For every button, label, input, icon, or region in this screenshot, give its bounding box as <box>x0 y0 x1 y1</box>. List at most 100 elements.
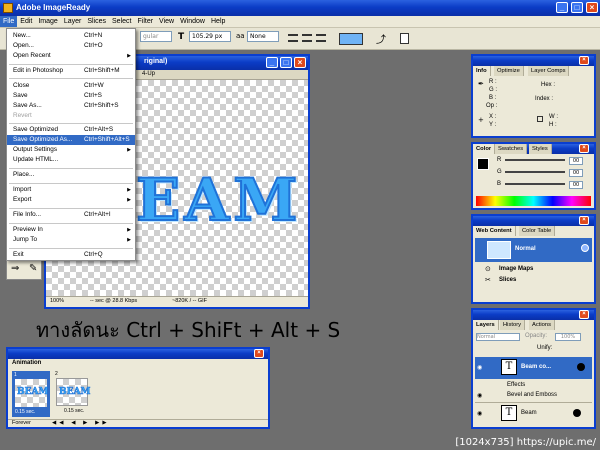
layers-close-button[interactable]: × <box>579 310 589 319</box>
color-ramp[interactable] <box>476 196 591 206</box>
type-layer-thumbnail: T <box>501 359 517 375</box>
info-label-y: Y : <box>489 122 497 128</box>
layer-row-beam[interactable]: ◉ T Beam <box>475 402 592 424</box>
tab-layer-comps[interactable]: Layer Comps <box>528 66 570 76</box>
tab-actions[interactable]: Actions <box>529 320 556 330</box>
web-content-close-button[interactable]: × <box>579 216 589 225</box>
channel-b-slider[interactable] <box>505 183 565 185</box>
maximize-button[interactable]: □ <box>571 2 583 13</box>
file-open-recent[interactable]: Open Recent ▶ <box>7 51 135 61</box>
file-update-html[interactable]: Update HTML... <box>7 155 135 165</box>
tab-history[interactable]: History <box>500 320 526 330</box>
web-item-normal[interactable]: Normal <box>475 238 592 262</box>
file-exit[interactable]: Exit Ctrl+Q <box>7 250 135 260</box>
channel-g-slider[interactable] <box>505 171 565 173</box>
frame-thumbnail: BEAM <box>56 378 91 406</box>
file-save-optimized-as[interactable]: Save Optimized As... Ctrl+Shift+Alt+S <box>7 135 135 145</box>
channel-g-value[interactable]: 00 <box>569 169 583 177</box>
frame-delay[interactable]: 0.15 sec. <box>15 409 35 415</box>
channel-r-value[interactable]: 00 <box>569 157 583 165</box>
frame-delay[interactable]: 0.15 sec. <box>64 408 84 414</box>
file-place[interactable]: Place... <box>7 170 135 180</box>
status-zoom[interactable]: 100% <box>50 298 64 304</box>
file-new[interactable]: New... Ctrl+N <box>7 31 135 41</box>
file-save-as[interactable]: Save As... Ctrl+Shift+S <box>7 101 135 111</box>
animation-title-bar: × <box>8 349 268 359</box>
tab-4-up[interactable]: 4-Up <box>142 71 155 77</box>
loop-select[interactable]: Forever <box>12 420 31 426</box>
web-item-slices[interactable]: Slices <box>499 277 516 283</box>
type-layer-thumbnail: T <box>501 405 517 421</box>
menu-help[interactable]: Help <box>208 16 228 27</box>
visibility-eye-icon[interactable]: ◉ <box>477 364 482 371</box>
file-preview-in[interactable]: Preview In ▶ <box>7 225 135 235</box>
align-left-icon[interactable] <box>288 34 298 42</box>
tab-web-content[interactable]: Web Content <box>473 226 516 236</box>
menu-slices[interactable]: Slices <box>84 16 109 27</box>
file-export[interactable]: Export ▶ <box>7 195 135 205</box>
file-edit-in-photoshop[interactable]: Edit in Photoshop Ctrl+Shift+M <box>7 66 135 76</box>
tab-swatches[interactable]: Swatches <box>495 144 528 154</box>
effect-eye-icon[interactable]: ◉ <box>477 392 482 399</box>
file-jump-to[interactable]: Jump To ▶ <box>7 235 135 245</box>
text-color-swatch[interactable] <box>339 33 363 45</box>
animation-close-button[interactable]: × <box>254 349 264 358</box>
channel-r-slider[interactable] <box>505 159 565 161</box>
close-button[interactable]: × <box>586 2 598 13</box>
slice-icon: ✂ <box>485 276 491 284</box>
visibility-eye-icon[interactable]: ◉ <box>477 410 482 417</box>
playback-controls-icon[interactable]: ◀◀ ◀ ▶ ▶▶ <box>52 420 110 426</box>
imageready-jump-icon[interactable]: ⇒ <box>11 263 19 274</box>
palettes-icon[interactable] <box>400 33 409 44</box>
tab-color-table[interactable]: Color Table <box>519 226 556 236</box>
info-close-button[interactable]: × <box>579 56 589 65</box>
doc-close-button[interactable]: × <box>294 57 306 68</box>
file-save[interactable]: Save Ctrl+S <box>7 91 135 101</box>
doc-maximize-button[interactable]: □ <box>280 57 292 68</box>
layer-effect-bevel[interactable]: Bevel and Emboss <box>507 392 557 398</box>
file-save-optimized[interactable]: Save Optimized Ctrl+Alt+S <box>7 125 135 135</box>
tab-styles[interactable]: Styles <box>529 144 552 154</box>
opacity-field[interactable]: 100% <box>555 333 581 341</box>
menu-file[interactable]: File <box>0 16 18 27</box>
animation-tab-label[interactable]: Animation <box>12 360 41 366</box>
menu-view[interactable]: View <box>156 16 177 27</box>
font-size-field[interactable]: 105.29 px <box>189 31 231 42</box>
foreground-color-swatch[interactable] <box>477 158 489 170</box>
menu-select[interactable]: Select <box>109 16 134 27</box>
blend-mode-select[interactable]: Normal <box>476 333 520 341</box>
tab-optimize[interactable]: Optimize <box>494 66 524 76</box>
align-center-icon[interactable] <box>302 34 312 42</box>
file-open[interactable]: Open... Ctrl+O <box>7 41 135 51</box>
file-output-settings[interactable]: Output Settings ▶ <box>7 145 135 155</box>
tab-layers[interactable]: Layers <box>473 320 499 330</box>
menu-image[interactable]: Image <box>35 16 60 27</box>
file-import[interactable]: Import ▶ <box>7 185 135 195</box>
minimize-button[interactable]: _ <box>556 2 568 13</box>
antialias-select[interactable]: None <box>247 31 279 42</box>
tab-info[interactable]: Info <box>473 66 491 76</box>
color-close-button[interactable]: × <box>579 144 589 153</box>
channel-b-value[interactable]: 00 <box>569 181 583 189</box>
frame-1[interactable]: 1 BEAM 0.15 sec. <box>12 371 50 417</box>
normal-thumbnail <box>487 241 511 259</box>
frame-2[interactable]: 2 BEAM 0.15 sec. <box>54 371 92 417</box>
menu-window[interactable]: Window <box>177 16 208 27</box>
menu-separator <box>9 208 133 209</box>
web-item-image-maps[interactable]: Image Maps <box>499 266 533 272</box>
file-close[interactable]: Close Ctrl+W <box>7 81 135 91</box>
menu-filter[interactable]: Filter <box>134 16 156 27</box>
doc-minimize-button[interactable]: _ <box>266 57 278 68</box>
layer-row-beam-copy[interactable]: ◉ T Beam co... <box>475 357 592 379</box>
menu-edit[interactable]: Edit <box>17 16 35 27</box>
file-file-info[interactable]: File Info... Ctrl+Alt+I <box>7 210 135 220</box>
align-right-icon[interactable] <box>316 34 326 42</box>
app-icon <box>3 3 13 13</box>
menu-layer[interactable]: Layer <box>61 16 85 27</box>
pen-icon[interactable]: ✎ <box>29 263 37 274</box>
font-style-select[interactable]: gular <box>140 31 172 42</box>
menu-separator <box>9 183 133 184</box>
frame-thumbnail-text: BEAM <box>59 387 91 398</box>
warp-text-icon[interactable]: ⤴ <box>376 31 386 46</box>
tab-color[interactable]: Color <box>473 144 496 154</box>
